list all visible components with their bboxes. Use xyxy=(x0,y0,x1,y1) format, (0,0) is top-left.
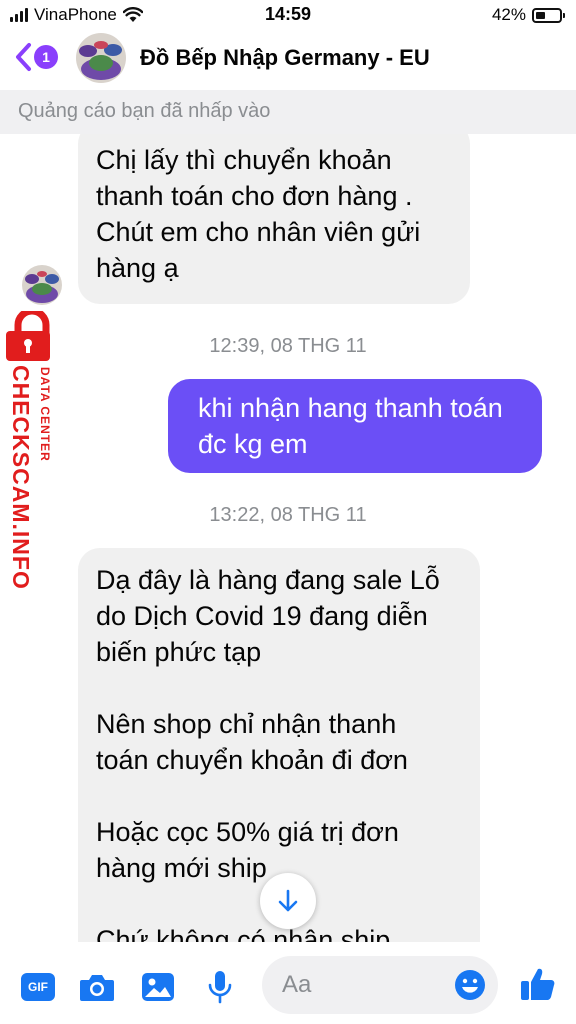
message-line xyxy=(96,670,462,706)
image-icon xyxy=(142,973,174,1001)
watermark-subtext: DATA CENTER xyxy=(38,367,52,462)
message-line xyxy=(96,778,462,814)
arrow-down-icon xyxy=(278,889,298,912)
microphone-icon xyxy=(208,971,232,1004)
message-line: đc kg em xyxy=(198,429,308,459)
page-avatar[interactable] xyxy=(76,33,126,83)
gif-icon: GIF xyxy=(21,973,55,1001)
message-line: Chút em cho nhân viên gửi xyxy=(96,217,421,247)
message-line: Chị lấy thì chuyển khoản xyxy=(96,145,392,175)
message-line: thanh toán cho đơn hàng . xyxy=(96,181,413,211)
back-chevron-icon xyxy=(16,43,31,71)
message-line: toán chuyển khoản đi đơn xyxy=(96,745,408,775)
message-line: Dạ đây là hàng đang sale Lỗ xyxy=(96,565,440,595)
unread-badge: 1 xyxy=(34,45,58,69)
conversation-header: 1 Đồ Bếp Nhập Germany - EU xyxy=(0,30,576,88)
message-line: khi nhận hang thanh toán xyxy=(198,393,503,423)
message-line: do Dịch Covid 19 đang diễn xyxy=(96,601,428,631)
status-time: 14:59 xyxy=(264,4,312,24)
scroll-to-bottom-button[interactable] xyxy=(260,873,316,929)
thumbs-up-icon xyxy=(521,968,555,1000)
status-bar: VinaPhone 14:59 42% xyxy=(0,0,576,30)
status-right: 42% xyxy=(491,5,565,25)
sender-avatar[interactable] xyxy=(22,265,62,305)
message-line: hàng ạ xyxy=(96,253,179,283)
message-timestamp: 12:39, 08 THG 11 xyxy=(209,335,367,357)
voice-button[interactable] xyxy=(202,969,238,1005)
message-composer: GIF Aa xyxy=(0,942,576,1024)
gif-button[interactable]: GIF xyxy=(20,969,56,1005)
like-button[interactable] xyxy=(520,966,556,1002)
camera-button[interactable] xyxy=(79,969,115,1005)
message-line: Nên shop chỉ nhận thanh xyxy=(96,709,397,739)
message-timestamp: 13:22, 08 THG 11 xyxy=(209,504,367,526)
gif-label: GIF xyxy=(28,980,48,994)
ad-notice: Quảng cáo bạn đã nhấp vào xyxy=(0,90,576,134)
message-line: Hoặc cọc 50% giá trị đơn xyxy=(96,817,399,847)
back-button[interactable]: 1 xyxy=(14,42,58,72)
camera-icon xyxy=(80,975,114,1001)
message-list[interactable]: Chị lấy thì chuyển khoản thanh toán cho … xyxy=(0,134,576,942)
emoji-icon[interactable] xyxy=(454,969,486,1001)
watermark: CHECKSCAM.INFO DATA CENTER xyxy=(0,311,62,591)
message-bubble-incoming[interactable]: Chị lấy thì chuyển khoản thanh toán cho … xyxy=(78,134,470,304)
message-input-placeholder: Aa xyxy=(282,971,312,998)
watermark-text: CHECKSCAM.INFO xyxy=(8,365,34,590)
message-input[interactable]: Aa xyxy=(262,956,498,1014)
battery-percent: 42% xyxy=(491,5,526,24)
battery-icon xyxy=(532,7,565,23)
page-title[interactable]: Đồ Bếp Nhập Germany - EU xyxy=(140,45,430,71)
message-bubble-outgoing[interactable]: khi nhận hang thanh toán đc kg em xyxy=(168,379,542,473)
lock-icon xyxy=(6,311,50,361)
message-line: biến phức tạp xyxy=(96,637,262,667)
gallery-button[interactable] xyxy=(140,969,176,1005)
